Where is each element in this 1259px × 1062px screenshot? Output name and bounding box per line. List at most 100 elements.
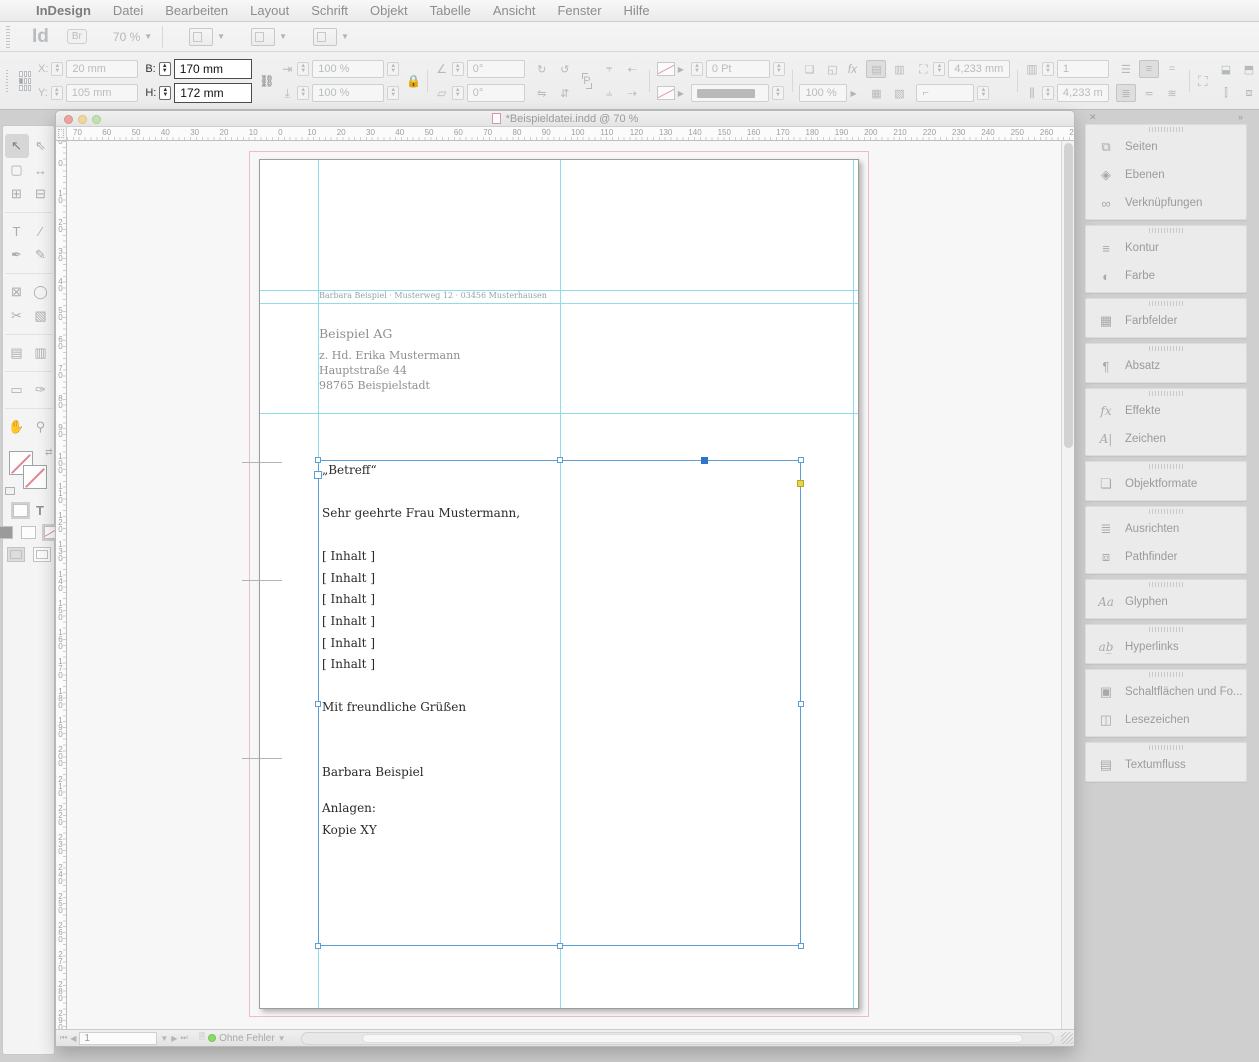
window-title-bar[interactable]: *Beispieldatei.indd @ 70 % bbox=[56, 111, 1074, 127]
gap-tool-icon[interactable]: ↔ bbox=[29, 158, 53, 182]
page-dropdown-icon[interactable]: ▼ bbox=[160, 1034, 168, 1043]
preflight-menu-icon[interactable]: 🗎 bbox=[199, 1031, 205, 1045]
live-corner-handle[interactable] bbox=[797, 480, 804, 487]
dock-item-ebenen[interactable]: ◈Ebenen bbox=[1086, 161, 1246, 189]
dock-item-objektformate[interactable]: ❏Objektformate bbox=[1086, 470, 1246, 498]
flip-vertical-button[interactable]: ⇵ bbox=[555, 84, 575, 102]
default-fill-stroke-icon[interactable] bbox=[5, 487, 15, 495]
dock-item-glyphen[interactable]: AaGlyphen bbox=[1086, 588, 1246, 616]
x-stepper[interactable]: ▲▼ bbox=[51, 62, 63, 76]
y-position-field[interactable]: 105 mm bbox=[66, 84, 138, 102]
dock-item-farbe[interactable]: ◐Farbe bbox=[1086, 262, 1246, 290]
wrap-object-shape-button[interactable]: ▦ bbox=[866, 84, 886, 102]
panel-group-gripper[interactable] bbox=[1149, 127, 1183, 132]
gradient-feather-tool-icon[interactable]: ▥ bbox=[29, 341, 53, 365]
y-stepper[interactable]: ▲▼ bbox=[51, 86, 63, 100]
ruler-origin-box[interactable] bbox=[56, 127, 67, 141]
align-center-button[interactable]: = bbox=[1162, 60, 1182, 78]
menu-datei[interactable]: Datei bbox=[113, 3, 143, 18]
gradient-swatch-tool-icon[interactable]: ▤ bbox=[5, 341, 29, 365]
scale-y-field[interactable]: 100 % bbox=[312, 84, 384, 102]
columns-field[interactable]: 1 bbox=[1057, 60, 1109, 78]
reference-point-proxy[interactable] bbox=[19, 71, 31, 91]
stroke-weight-field[interactable]: 0 Pt bbox=[706, 60, 770, 78]
margin-guide-right[interactable] bbox=[853, 160, 854, 1008]
stroke-weight-dropdown[interactable]: ▲▼ bbox=[773, 62, 785, 76]
content-collector-tool-icon[interactable]: ⊞ bbox=[5, 182, 29, 206]
stroke-swatch-none[interactable] bbox=[657, 86, 675, 100]
panel-group-gripper[interactable] bbox=[1149, 228, 1183, 233]
constrain-dimensions-icon[interactable]: ⛓ bbox=[259, 74, 273, 88]
panel-gripper[interactable] bbox=[6, 70, 8, 92]
dock-item-verknüpfungen[interactable]: ∞Verknüpfungen bbox=[1086, 189, 1246, 217]
height-field[interactable]: 172 mm bbox=[174, 83, 252, 103]
page-number-field[interactable]: 1 bbox=[79, 1032, 157, 1045]
dock-item-effekte[interactable]: fxEffekte bbox=[1086, 397, 1246, 425]
dock-item-lesezeichen[interactable]: ◫Lesezeichen bbox=[1086, 706, 1246, 734]
stroke-weight-stepper[interactable]: ▲▼ bbox=[691, 62, 703, 76]
panel-group-gripper[interactable] bbox=[1149, 346, 1183, 351]
dock-expand-icon[interactable]: » bbox=[1238, 112, 1243, 122]
align-left-edges-button[interactable]: ☰ bbox=[1116, 60, 1136, 78]
dock-item-ausrichten[interactable]: ≣Ausrichten bbox=[1086, 515, 1246, 543]
eyedropper-tool-icon[interactable]: ✑ bbox=[29, 378, 53, 402]
panel-group-gripper[interactable] bbox=[1149, 627, 1183, 632]
align-objects-left-button[interactable]: ⬓ bbox=[1216, 60, 1236, 78]
horizontal-ruler[interactable]: 7060504030201001020304050607080901001101… bbox=[67, 127, 1074, 141]
rectangle-frame-tool-icon[interactable]: ⊠ bbox=[5, 280, 29, 304]
horizontal-scrollbar-thumb[interactable] bbox=[362, 1034, 1023, 1043]
preview-mode-button[interactable] bbox=[33, 547, 51, 562]
bridge-button[interactable]: Br bbox=[67, 29, 87, 44]
distribute-horizontal-button[interactable]: ⧈ bbox=[1239, 84, 1259, 102]
constrain-scale-icon[interactable]: 🔒 bbox=[406, 74, 420, 88]
scale-y-stepper[interactable]: ▲▼ bbox=[297, 86, 309, 100]
rotation-stepper[interactable]: ▲▼ bbox=[452, 62, 464, 76]
view-options-button[interactable]: ▼ bbox=[189, 28, 225, 46]
effects-menu-icon[interactable]: fx bbox=[845, 62, 859, 76]
dock-item-hyperlinks[interactable]: ab̲Hyperlinks bbox=[1086, 633, 1246, 661]
fill-stroke-proxy[interactable]: ⇄ bbox=[7, 449, 51, 495]
scissors-tool-icon[interactable]: ✂ bbox=[5, 304, 29, 328]
previous-page-button[interactable]: ◀ bbox=[70, 1034, 76, 1043]
corner-shape-select[interactable]: ⌐ bbox=[916, 84, 974, 102]
zoom-window-button[interactable] bbox=[92, 115, 101, 124]
ellipse-frame-tool-icon[interactable]: ◯ bbox=[29, 280, 53, 304]
menu-schrift[interactable]: Schrift bbox=[311, 3, 348, 18]
panel-group-gripper[interactable] bbox=[1149, 464, 1183, 469]
drop-shadow-button[interactable]: ❏ bbox=[799, 60, 819, 78]
opacity-field[interactable]: 100 % bbox=[799, 84, 847, 102]
wrap-none-button[interactable]: ▤ bbox=[866, 60, 886, 78]
corner-radius-stepper[interactable]: ▲▼ bbox=[933, 62, 945, 76]
height-stepper[interactable]: ▲▼ bbox=[159, 86, 171, 100]
dock-item-schaltflächen-und-fo-[interactable]: ▣Schaltflächen und Fo... bbox=[1086, 678, 1246, 706]
frame-handle-middle-left[interactable] bbox=[315, 701, 321, 707]
arrange-documents-button[interactable]: ▼ bbox=[313, 28, 349, 46]
frame-handle-top-left[interactable] bbox=[315, 457, 321, 463]
dock-item-zeichen[interactable]: A|Zeichen bbox=[1086, 425, 1246, 453]
align-bottom-button[interactable]: ≂ bbox=[1139, 84, 1159, 102]
stroke-type-select[interactable] bbox=[691, 84, 769, 102]
x-position-field[interactable]: 20 mm bbox=[66, 60, 138, 78]
menu-layout[interactable]: Layout bbox=[250, 3, 289, 18]
scale-y-dropdown[interactable]: ▲▼ bbox=[387, 86, 399, 100]
screen-mode-button[interactable]: ▼ bbox=[251, 28, 287, 46]
transparency-button[interactable]: ◱ bbox=[822, 60, 842, 78]
apply-gradient-button[interactable] bbox=[21, 526, 36, 539]
normal-view-mode-button[interactable] bbox=[7, 547, 25, 562]
select-parent-button[interactable]: ⫨ bbox=[599, 84, 619, 102]
scale-x-dropdown[interactable]: ▲▼ bbox=[387, 62, 399, 76]
scale-x-field[interactable]: 100 % bbox=[312, 60, 384, 78]
formatting-affects-container-button[interactable] bbox=[13, 504, 28, 517]
menu-ansicht[interactable]: Ansicht bbox=[493, 3, 536, 18]
menu-objekt[interactable]: Objekt bbox=[370, 3, 408, 18]
note-tool-icon[interactable]: ▭ bbox=[5, 378, 29, 402]
columns-stepper[interactable]: ▲▼ bbox=[1042, 62, 1054, 76]
frame-fitting-button[interactable]: ⛶ bbox=[1197, 72, 1209, 90]
menu-bearbeiten[interactable]: Bearbeiten bbox=[165, 3, 228, 18]
stroke-type-dropdown[interactable]: ▲▼ bbox=[772, 86, 784, 100]
wrap-bounding-box-button[interactable]: ▥ bbox=[889, 60, 909, 78]
type-tool-icon[interactable]: T bbox=[5, 219, 29, 243]
last-page-button[interactable]: ⏭ bbox=[180, 1033, 187, 1043]
width-stepper[interactable]: ▲▼ bbox=[159, 62, 171, 76]
vertical-scrollbar-thumb[interactable] bbox=[1064, 143, 1073, 448]
